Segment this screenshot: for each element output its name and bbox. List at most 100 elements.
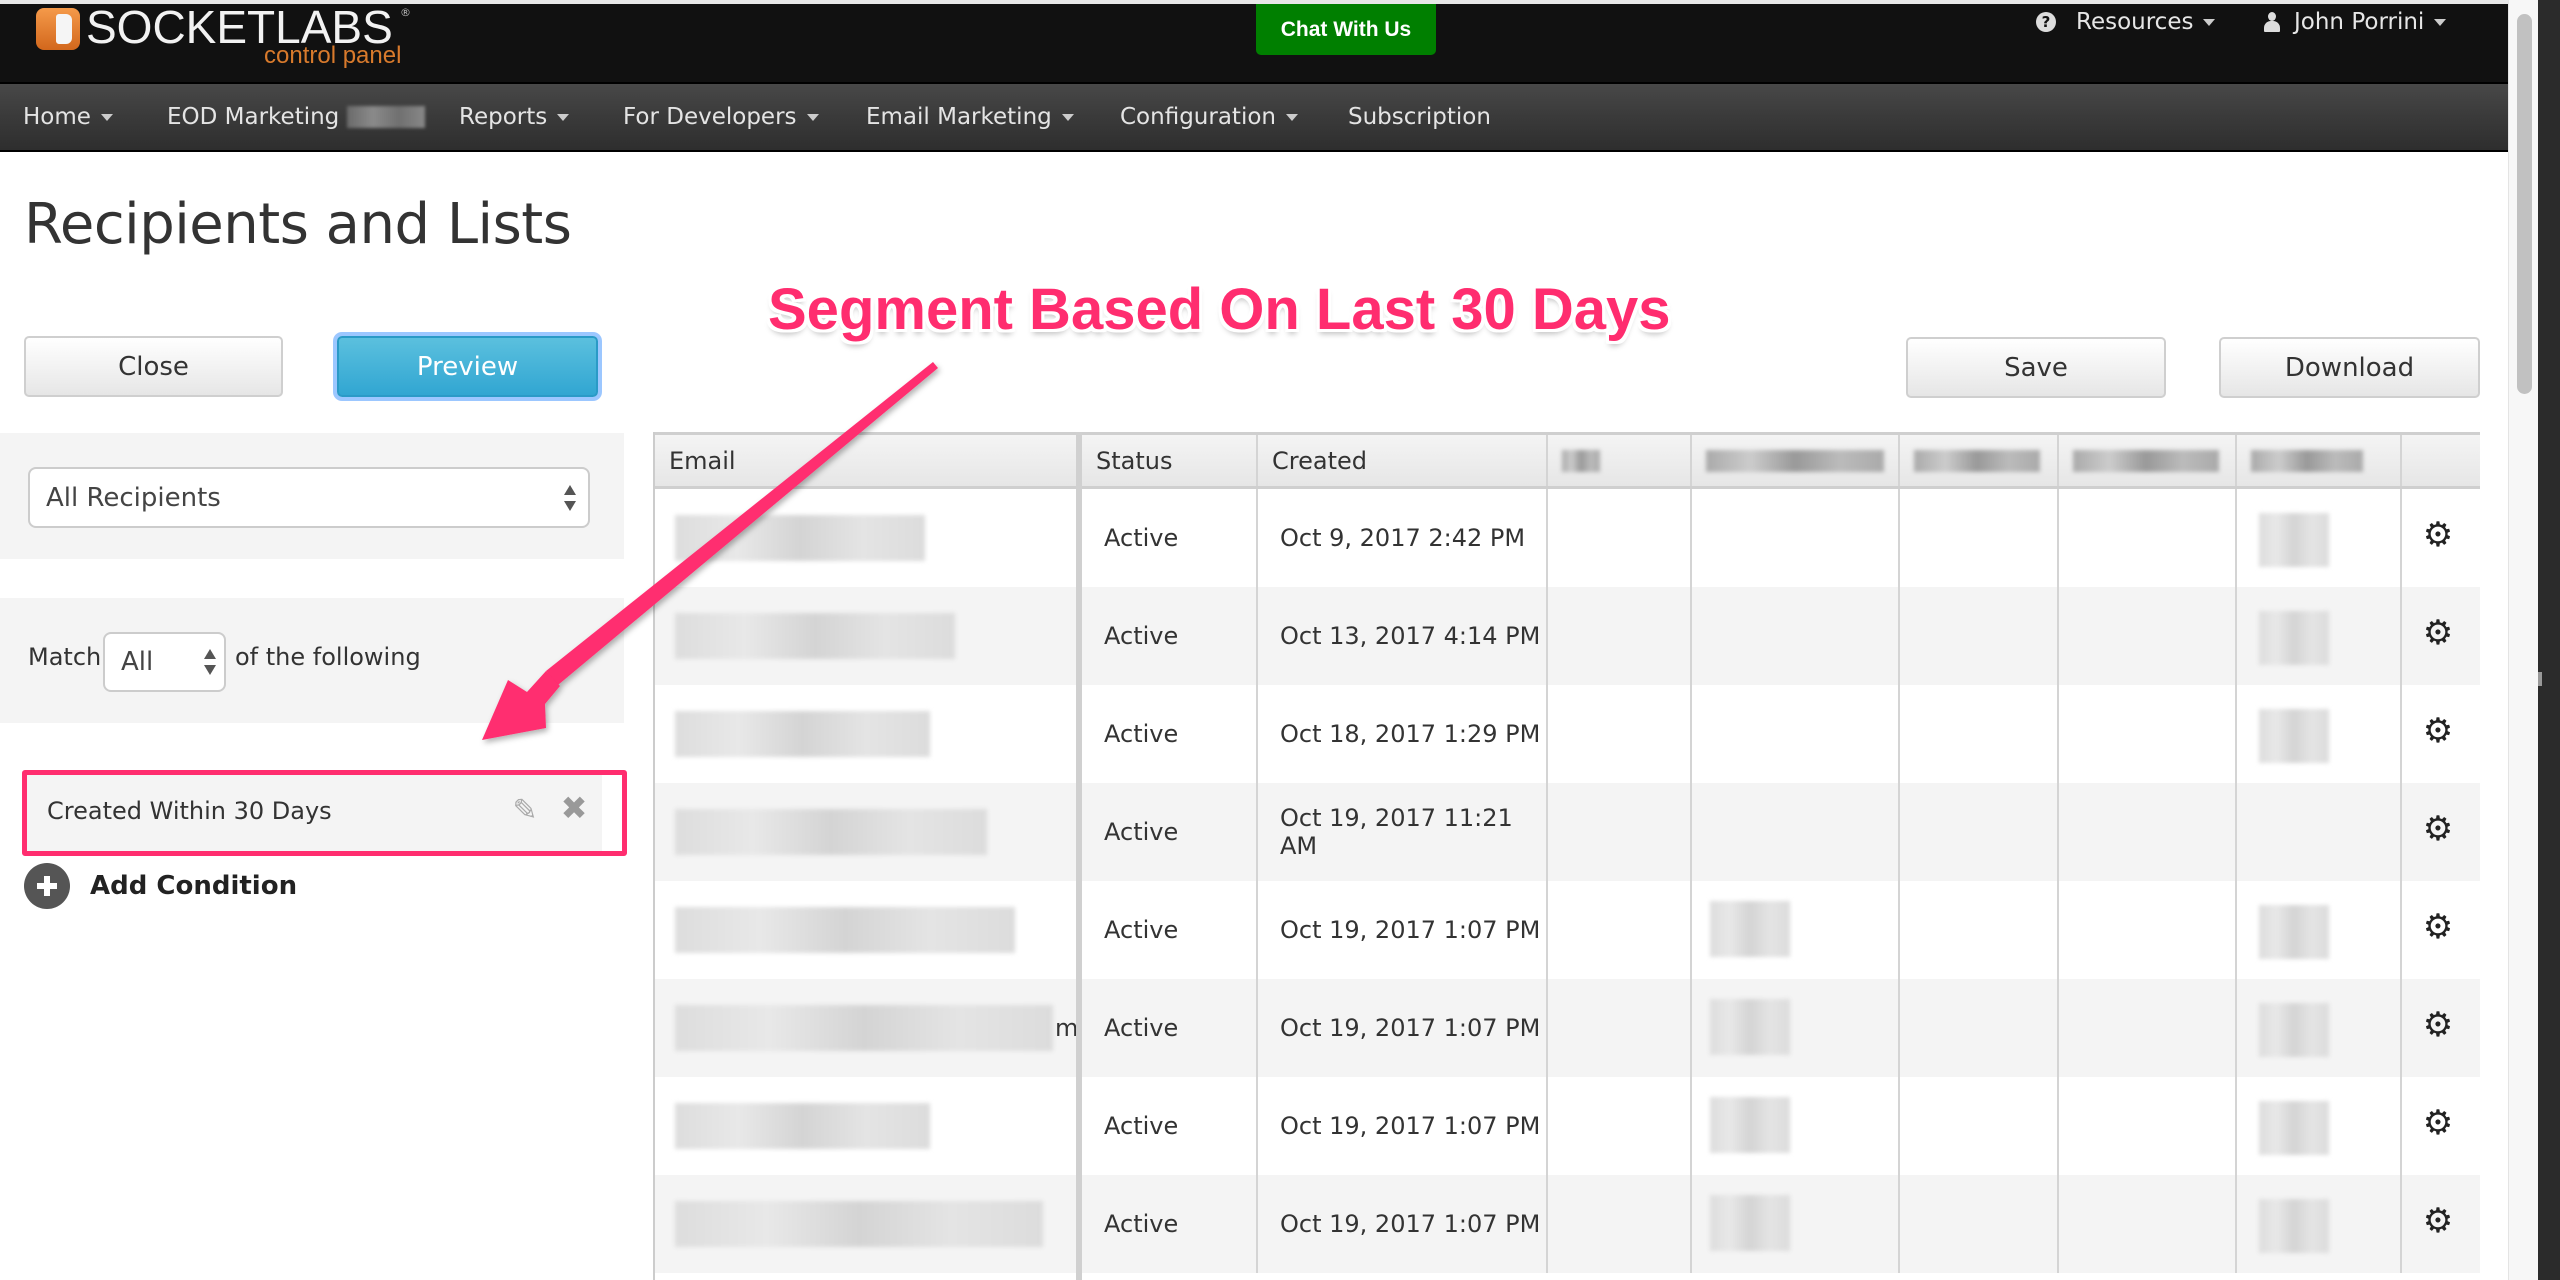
page-title: Recipients and Lists xyxy=(24,192,572,257)
redacted-text xyxy=(1914,449,2040,472)
column-header-created[interactable]: Created xyxy=(1258,435,1548,486)
scrollbar-thumb[interactable] xyxy=(2517,14,2532,394)
redacted-email xyxy=(675,1201,1043,1247)
vertical-scrollbar[interactable] xyxy=(2508,0,2538,1280)
cell-status: Active xyxy=(1082,1077,1258,1175)
cell-redacted xyxy=(2237,1077,2402,1175)
cell-empty xyxy=(2059,1077,2237,1175)
nav-home[interactable]: Home xyxy=(23,84,113,150)
redacted-email xyxy=(675,1005,1053,1051)
nav-label: Home xyxy=(23,104,91,130)
caret-down-icon xyxy=(2203,18,2216,26)
cell-redacted xyxy=(1692,1077,1900,1175)
socketlabs-logo[interactable]: SOCKETLABS ® control panel xyxy=(36,1,416,72)
table-row[interactable]: Active Oct 13, 2017 4:14 PM ⚙ xyxy=(655,587,2480,685)
resources-menu[interactable]: ? Resources xyxy=(2036,4,2216,40)
cell-empty xyxy=(1692,783,1900,881)
close-button[interactable]: Close xyxy=(24,336,283,397)
cell-redacted xyxy=(2237,587,2402,685)
cell-redacted xyxy=(1692,1175,1900,1273)
list-select[interactable]: All Recipients xyxy=(28,467,590,528)
cell-actions: ⚙ xyxy=(2402,685,2480,783)
cell-empty xyxy=(1548,587,1692,685)
nav-eod-marketing[interactable]: EOD Marketing xyxy=(167,84,426,150)
cell-empty xyxy=(1692,489,1900,587)
cell-created: Oct 19, 2017 1:07 PM xyxy=(1258,881,1548,979)
cell-empty xyxy=(1900,881,2059,979)
cell-empty xyxy=(2059,1175,2237,1273)
redacted-value xyxy=(1710,1097,1790,1153)
gear-icon[interactable]: ⚙ xyxy=(2422,518,2454,552)
column-header-redacted[interactable] xyxy=(1548,435,1692,486)
add-condition-button[interactable]: Add Condition xyxy=(24,863,297,909)
cell-status: Active xyxy=(1082,685,1258,783)
resources-label: Resources xyxy=(2076,9,2194,35)
logo-registered-mark: ® xyxy=(400,6,411,19)
condition-highlight-box: Created Within 30 Days ✎ ✖ xyxy=(22,770,627,856)
gear-icon[interactable]: ⚙ xyxy=(2422,714,2454,748)
column-header-status[interactable]: Status xyxy=(1082,435,1258,486)
redacted-text xyxy=(2073,449,2219,472)
chat-with-us-button[interactable]: Chat With Us xyxy=(1256,4,1436,55)
match-select[interactable]: All xyxy=(103,632,226,692)
caret-down-icon xyxy=(806,113,819,121)
table-row[interactable]: Active Oct 19, 2017 1:07 PM ⚙ xyxy=(655,1175,2480,1273)
gear-icon[interactable]: ⚙ xyxy=(2422,910,2454,944)
match-select-value: All xyxy=(121,647,154,677)
column-resize-handle[interactable] xyxy=(1076,432,1082,1280)
cell-created: Oct 18, 2017 1:29 PM xyxy=(1258,685,1548,783)
column-header-redacted[interactable] xyxy=(2059,435,2237,486)
gear-icon[interactable]: ⚙ xyxy=(2422,1204,2454,1238)
table-header: Email Status Created xyxy=(655,432,2480,489)
column-header-redacted[interactable] xyxy=(2237,435,2402,486)
table-row[interactable]: Active Oct 19, 2017 11:21 AM ⚙ xyxy=(655,783,2480,881)
pencil-icon[interactable]: ✎ xyxy=(507,793,543,829)
column-header-email[interactable]: Email xyxy=(655,435,1078,486)
nav-for-developers[interactable]: For Developers xyxy=(623,84,819,150)
match-panel: Match All of the following xyxy=(0,598,624,723)
cell-status: Active xyxy=(1082,1175,1258,1273)
table-row[interactable]: Active Oct 9, 2017 2:42 PM ⚙ xyxy=(655,489,2480,587)
cell-empty xyxy=(1692,685,1900,783)
select-arrows-icon xyxy=(204,649,216,675)
redacted-value xyxy=(2259,1199,2329,1253)
cell-email xyxy=(655,489,1078,587)
cell-created: Oct 13, 2017 4:14 PM xyxy=(1258,587,1548,685)
logo-subtitle: control panel xyxy=(264,42,402,69)
download-button[interactable]: Download xyxy=(2219,337,2480,398)
table-row[interactable]: Active Oct 18, 2017 1:29 PM ⚙ xyxy=(655,685,2480,783)
column-header-redacted[interactable] xyxy=(1692,435,1900,486)
cell-redacted xyxy=(2237,979,2402,1077)
table-row[interactable]: Active Oct 19, 2017 1:07 PM ⚙ xyxy=(655,1077,2480,1175)
table-row[interactable]: Active Oct 19, 2017 1:07 PM ⚙ xyxy=(655,881,2480,979)
cell-email xyxy=(655,881,1078,979)
cell-redacted xyxy=(2237,489,2402,587)
email-tail-text: m xyxy=(1055,1014,1079,1042)
cell-empty xyxy=(1548,685,1692,783)
nav-subscription[interactable]: Subscription xyxy=(1348,84,1491,150)
table-row[interactable]: m Active Oct 19, 2017 1:07 PM ⚙ xyxy=(655,979,2480,1077)
column-header-redacted[interactable] xyxy=(1900,435,2059,486)
resize-handle[interactable] xyxy=(2538,672,2542,686)
gear-icon[interactable]: ⚙ xyxy=(2422,616,2454,650)
save-button[interactable]: Save xyxy=(1906,337,2166,398)
redacted-value xyxy=(2259,905,2329,959)
cell-empty xyxy=(2059,489,2237,587)
gear-icon[interactable]: ⚙ xyxy=(2422,1008,2454,1042)
nav-email-marketing[interactable]: Email Marketing xyxy=(866,84,1074,150)
gear-icon[interactable]: ⚙ xyxy=(2422,812,2454,846)
preview-button[interactable]: Preview xyxy=(337,336,598,397)
annotation-callout-text: Segment Based On Last 30 Days xyxy=(768,277,1671,342)
redacted-email xyxy=(675,711,930,757)
gear-icon[interactable]: ⚙ xyxy=(2422,1106,2454,1140)
redacted-text xyxy=(1562,449,1600,472)
nav-configuration[interactable]: Configuration xyxy=(1120,84,1298,150)
redacted-value xyxy=(1710,1195,1790,1251)
cell-actions: ⚙ xyxy=(2402,1077,2480,1175)
cell-empty xyxy=(1548,979,1692,1077)
cell-email xyxy=(655,587,1078,685)
nav-reports[interactable]: Reports xyxy=(459,84,570,150)
close-icon[interactable]: ✖ xyxy=(557,790,591,826)
redacted-value xyxy=(2259,1003,2329,1057)
user-menu[interactable]: John Porrini xyxy=(2264,4,2447,40)
